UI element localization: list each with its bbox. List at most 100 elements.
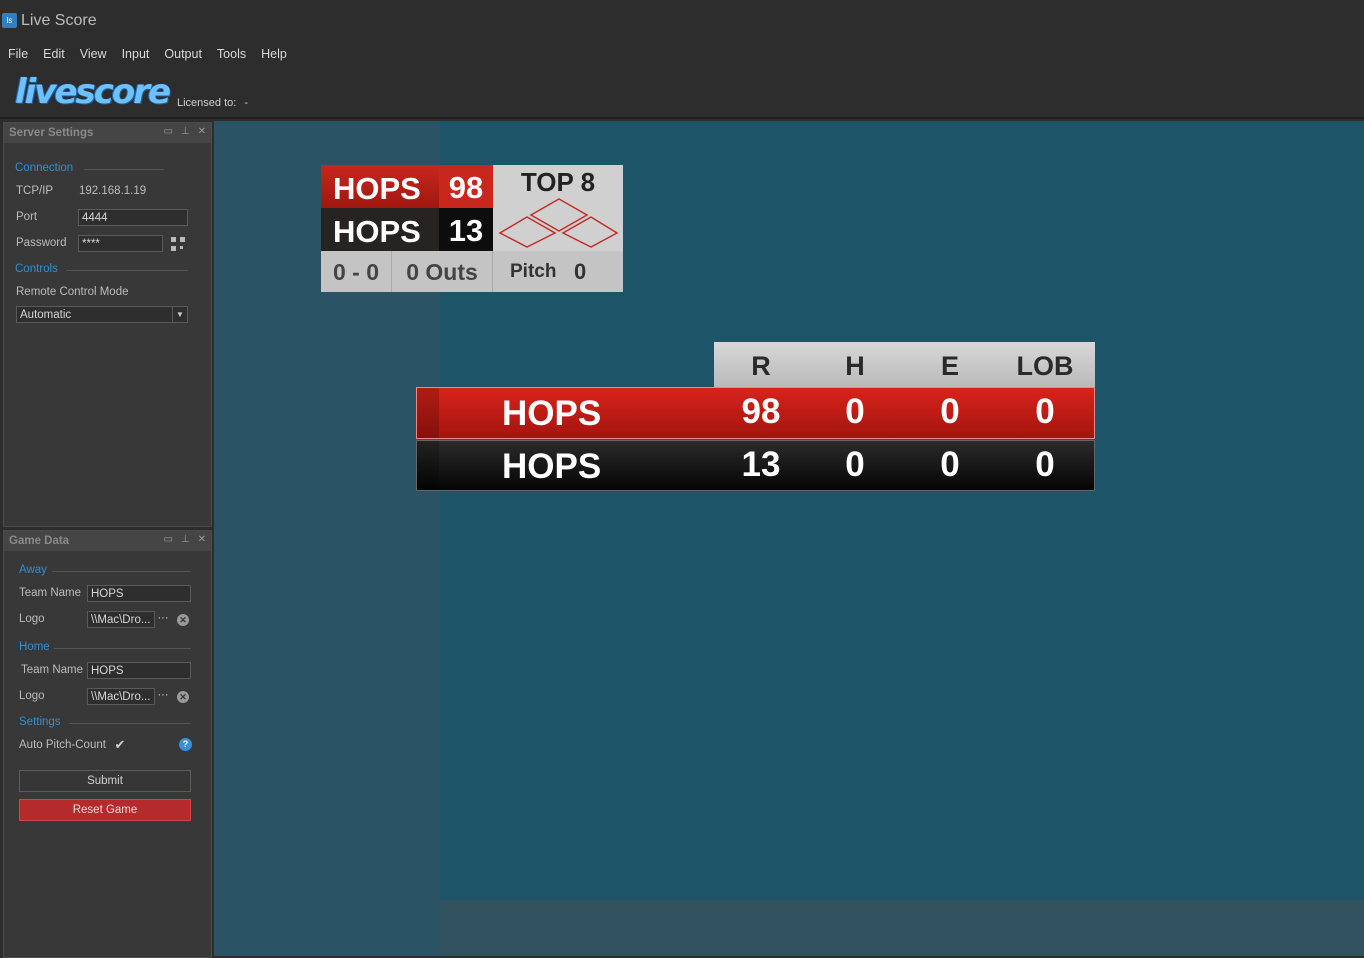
- tcp-value: 192.168.1.19: [79, 185, 147, 197]
- port-label: Port: [16, 211, 38, 223]
- clear-away-logo-icon[interactable]: ✕: [177, 614, 189, 626]
- scorebug-home-row: HOPS 13: [321, 208, 493, 251]
- scorebug-pitch-label: Pitch: [510, 261, 557, 282]
- third-base: [498, 216, 557, 248]
- pin-panel-icon[interactable]: ⊥: [181, 126, 190, 137]
- auto-pitch-label: Auto Pitch-Count: [19, 739, 106, 751]
- section-divider: [52, 571, 191, 572]
- qr-code-icon[interactable]: [171, 237, 185, 251]
- settings-section: Settings: [19, 716, 61, 728]
- home-section: Home: [19, 641, 50, 653]
- linescore-away-e: 0: [940, 392, 960, 431]
- linescore-away-team: HOPS: [502, 394, 602, 433]
- window-title: Live Score: [21, 12, 97, 29]
- controls-section: Controls: [15, 263, 58, 275]
- scorebug-away-score: 98: [439, 165, 493, 208]
- game-data-title: Game Data: [9, 535, 70, 547]
- clear-home-logo-icon[interactable]: ✕: [177, 691, 189, 703]
- team-logo-slot: [417, 441, 439, 490]
- float-panel-icon[interactable]: ▭: [163, 126, 172, 137]
- home-logo-input[interactable]: \\Mac\Dro...: [87, 688, 155, 705]
- pin-panel-icon[interactable]: ⊥: [181, 534, 190, 545]
- away-team-label: Team Name: [19, 587, 81, 599]
- linescore-home-row: HOPS 13 0 0 0: [416, 440, 1095, 491]
- auto-pitch-checkbox[interactable]: ✔: [113, 738, 127, 752]
- scorebug-count: 0 - 0: [321, 251, 392, 292]
- second-base: [529, 198, 589, 232]
- licensed-label: Licensed to:: [177, 97, 237, 109]
- title-bar: ls Live Score: [0, 0, 1364, 44]
- remote-mode-label: Remote Control Mode: [16, 286, 129, 298]
- away-logo-browse-button[interactable]: ···: [155, 611, 171, 628]
- bases-diamond-icon: [498, 198, 619, 248]
- menu-view[interactable]: View: [72, 44, 114, 64]
- livescore-logo: livescore: [15, 72, 171, 112]
- chevron-down-icon[interactable]: ▼: [172, 307, 187, 322]
- linescore-home-lob: 0: [1035, 445, 1055, 484]
- first-base: [561, 216, 619, 248]
- live-score-app-icon: ls: [2, 13, 17, 28]
- linescore-home-team: HOPS: [502, 447, 602, 486]
- connection-section: Connection: [15, 162, 74, 174]
- home-logo-label: Logo: [19, 690, 45, 702]
- menu-bar: File Edit View Input Output Tools Help: [0, 44, 294, 64]
- linescore-header: R H E LOB: [714, 342, 1095, 387]
- game-data-panel: Game Data ▭ ⊥ ✕ Away Team Name HOPS Logo…: [3, 530, 212, 958]
- scorebug-outs: 0 Outs: [392, 251, 493, 292]
- server-settings-title: Server Settings: [9, 127, 94, 139]
- away-logo-input[interactable]: \\Mac\Dro...: [87, 611, 155, 628]
- linescore-away-r: 98: [741, 392, 781, 431]
- linescore-col-e: E: [940, 351, 959, 381]
- away-section: Away: [19, 564, 47, 576]
- menu-input[interactable]: Input: [114, 44, 157, 64]
- linescore-col-h: H: [845, 351, 865, 381]
- scorebug: HOPS 98 HOPS 13 TOP 8 0 - 0 0 Outs Pitch…: [321, 165, 623, 292]
- linescore-home-h: 0: [845, 445, 865, 484]
- game-data-header: Game Data ▭ ⊥ ✕: [4, 531, 211, 551]
- remote-mode-select[interactable]: Automatic ▼: [16, 306, 188, 323]
- scorebug-pitch-value: 0: [574, 259, 587, 284]
- scorebug-away-row: HOPS 98: [321, 165, 493, 208]
- menu-tools[interactable]: Tools: [209, 44, 253, 64]
- password-label: Password: [16, 237, 67, 249]
- help-icon[interactable]: ?: [179, 738, 192, 751]
- scorebug-away-team: HOPS: [333, 171, 421, 206]
- away-logo-label: Logo: [19, 613, 45, 625]
- scorebug-inning: TOP 8: [520, 167, 596, 197]
- menu-file[interactable]: File: [0, 44, 35, 64]
- submit-button[interactable]: Submit: [19, 770, 191, 792]
- menu-edit[interactable]: Edit: [35, 44, 72, 64]
- linescore-away-lob: 0: [1035, 392, 1055, 431]
- linescore-col-lob: LOB: [1016, 351, 1074, 381]
- home-logo-browse-button[interactable]: ···: [155, 688, 171, 705]
- tcp-label: TCP/IP: [16, 185, 54, 197]
- linescore-away-h: 0: [845, 392, 865, 431]
- linescore-home-e: 0: [940, 445, 960, 484]
- server-settings-panel: Server Settings ▭ ⊥ ✕ Connection TCP/IP …: [3, 122, 212, 527]
- menu-help[interactable]: Help: [253, 44, 294, 64]
- password-input[interactable]: ****: [78, 235, 163, 252]
- scorebug-home-score: 13: [439, 208, 493, 251]
- section-divider: [84, 169, 164, 170]
- away-team-input[interactable]: HOPS: [87, 585, 191, 602]
- float-panel-icon[interactable]: ▭: [163, 534, 172, 545]
- remote-mode-value: Automatic: [20, 309, 72, 321]
- header-divider: [0, 117, 1364, 119]
- reset-game-button[interactable]: Reset Game: [19, 799, 191, 821]
- linescore-away-row: HOPS 98 0 0 0: [416, 387, 1095, 439]
- section-divider: [54, 648, 191, 649]
- port-input[interactable]: 4444: [78, 209, 188, 226]
- section-divider: [66, 270, 188, 271]
- menu-output[interactable]: Output: [156, 44, 209, 64]
- section-divider: [69, 723, 191, 724]
- linescore-home-r: 13: [741, 445, 781, 484]
- server-settings-header: Server Settings ▭ ⊥ ✕: [4, 123, 211, 143]
- team-logo-slot: [417, 388, 439, 438]
- home-team-label: Team Name: [21, 664, 83, 676]
- close-panel-icon[interactable]: ✕: [198, 534, 206, 545]
- scorebug-home-team: HOPS: [333, 214, 421, 249]
- licensed-to: Licensed to: -: [177, 97, 248, 109]
- close-panel-icon[interactable]: ✕: [198, 126, 206, 137]
- scorebug-bottom-row: 0 - 0 0 Outs Pitch 0: [321, 251, 623, 292]
- home-team-input[interactable]: HOPS: [87, 662, 191, 679]
